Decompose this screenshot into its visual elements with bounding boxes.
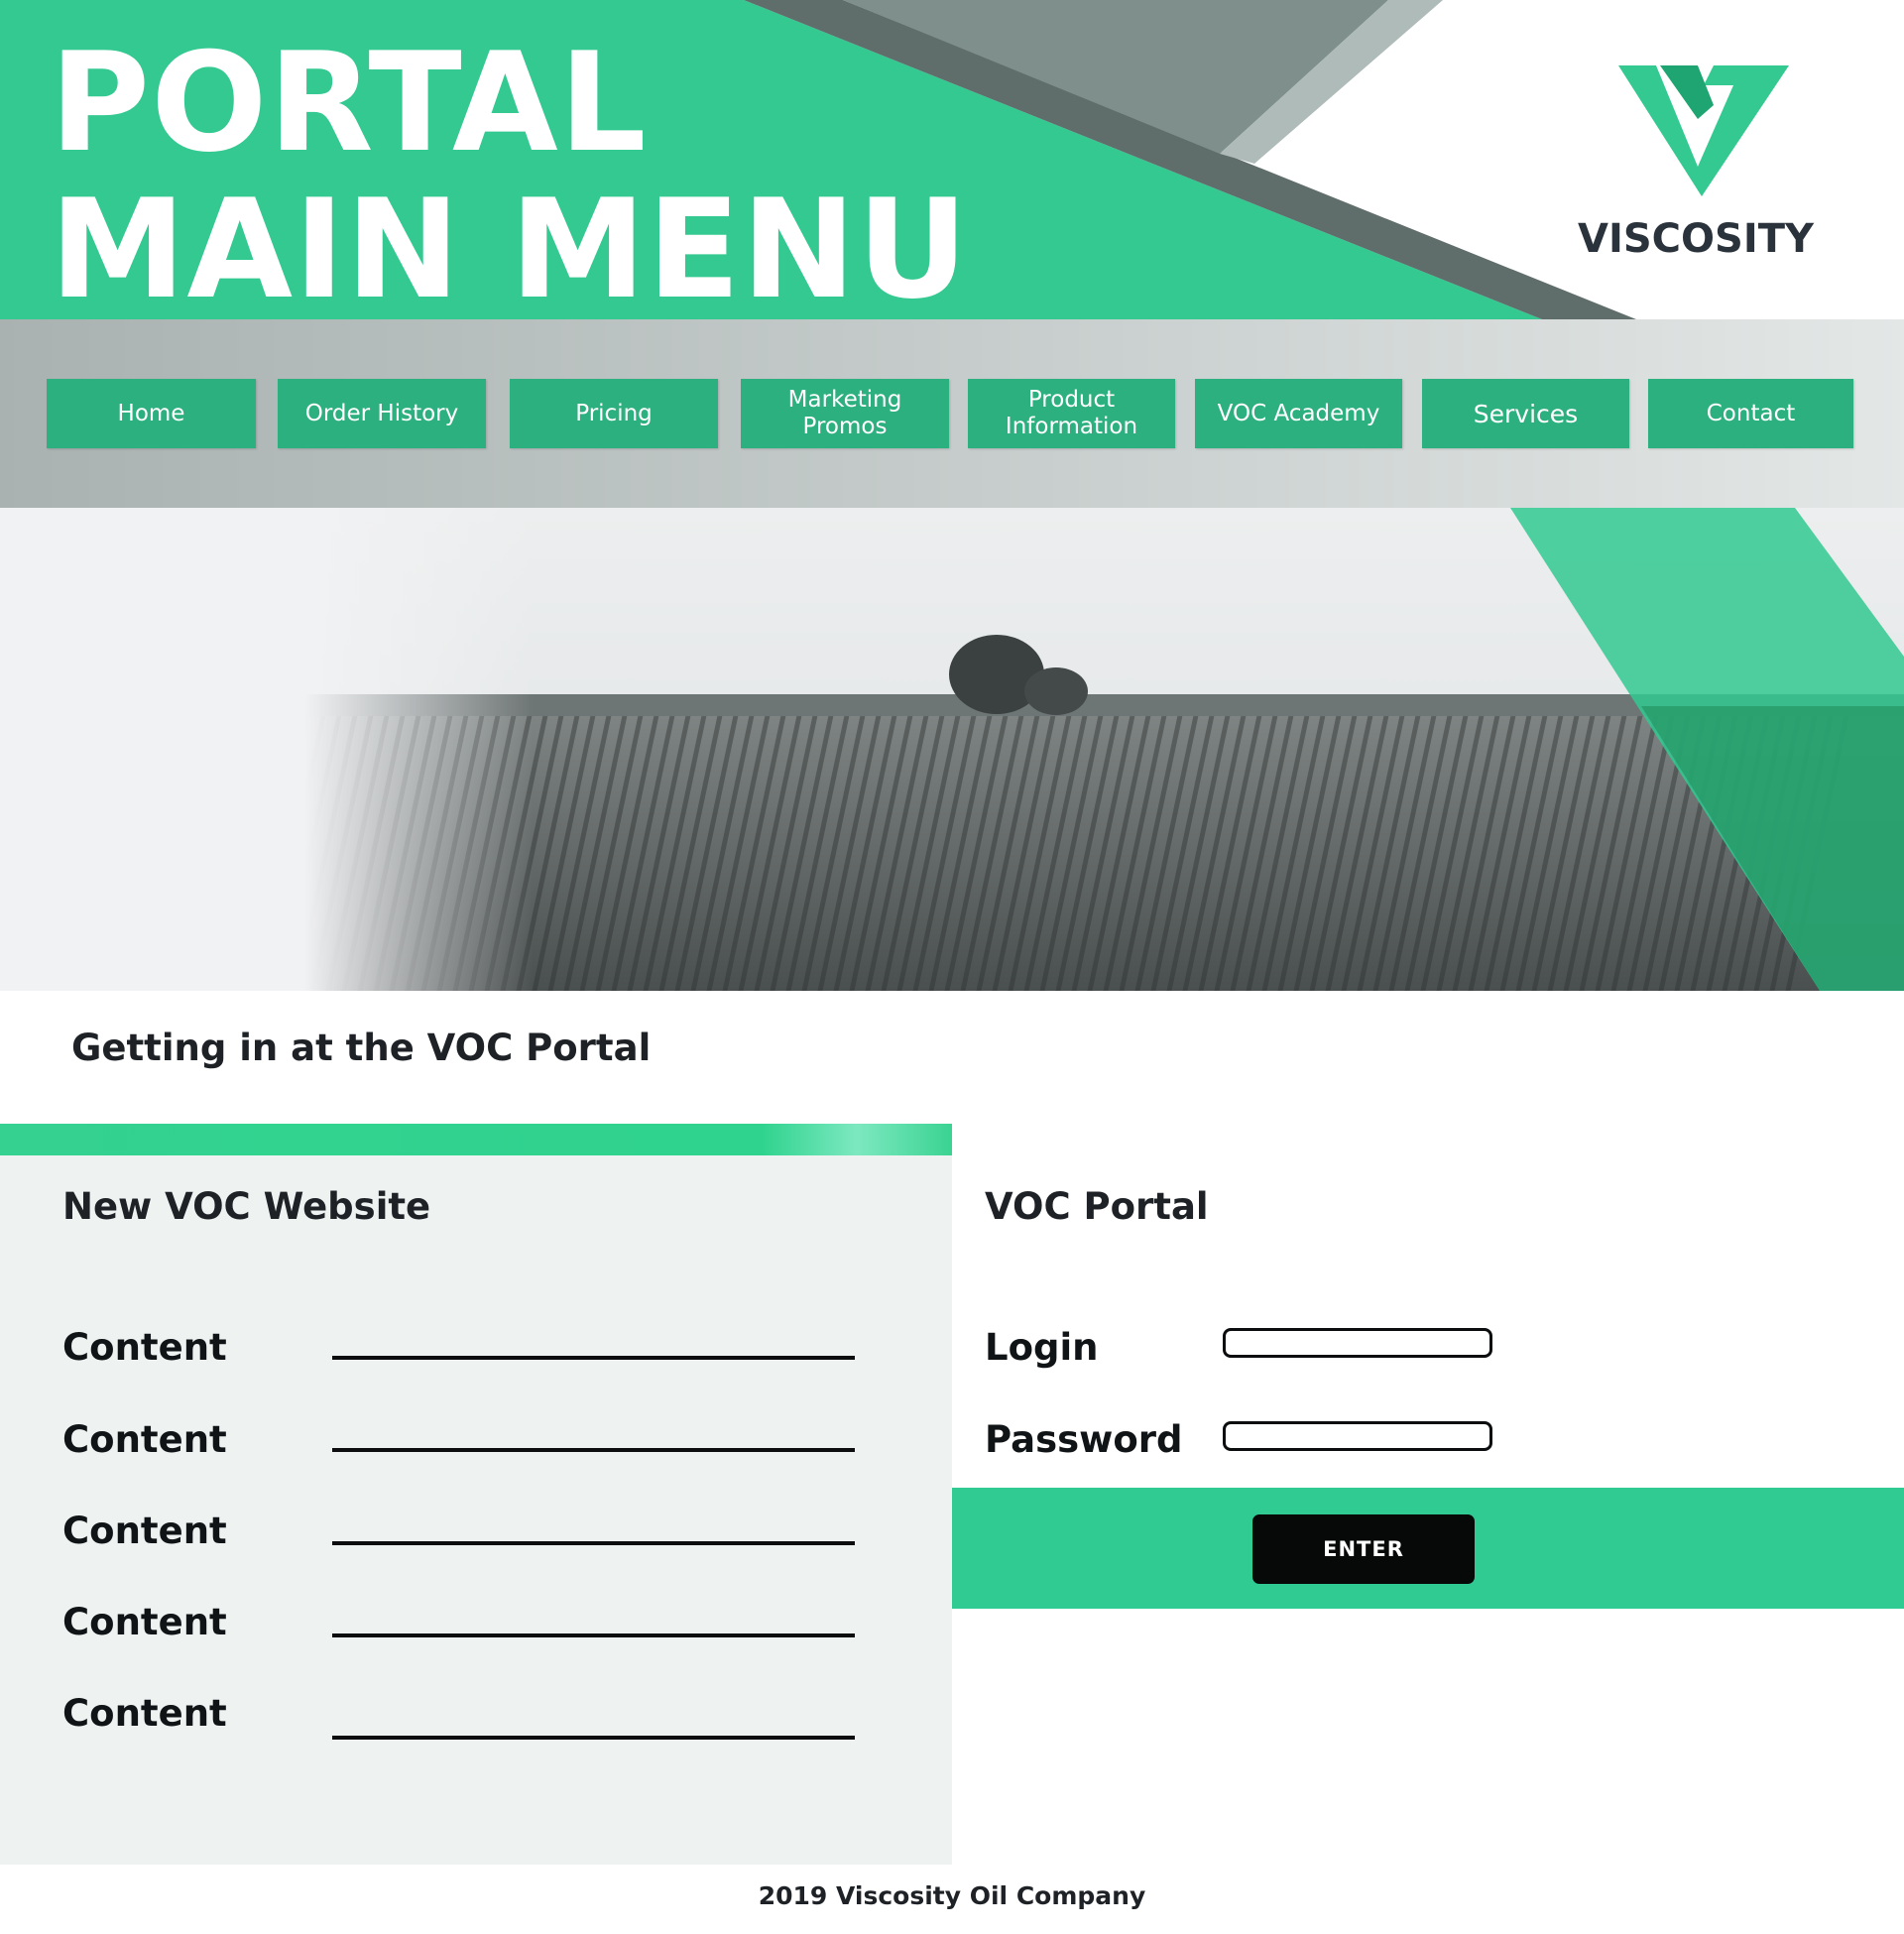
nav-item-services[interactable]: Services [1422,379,1629,448]
password-label: Password [985,1418,1183,1461]
nav-item-pricing[interactable]: Pricing [510,379,718,448]
nav-item-product-information[interactable]: Product Information [968,379,1175,448]
viscosity-logo-icon [1618,65,1789,196]
new-website-title: New VOC Website [62,1185,431,1228]
page-title-line-2: MAIN MENU [50,170,970,320]
content-line [332,1633,855,1637]
content-label: Content [62,1510,227,1552]
nav-item-home[interactable]: Home [47,379,256,448]
content-label: Content [62,1601,227,1643]
nav-item-voc-academy[interactable]: VOC Academy [1195,379,1402,448]
header: PORTAL MAIN MENU VISCOSITY [0,0,1904,319]
hero-banner [0,508,1904,991]
content-line [332,1448,855,1452]
footer-copyright: 2019 Viscosity Oil Company [758,1881,1146,1910]
content-line [332,1736,855,1740]
section-title: Getting in at the VOC Portal [71,1027,652,1069]
content-label: Content [62,1418,227,1461]
content-line [332,1541,855,1545]
nav-item-marketing-promos[interactable]: Marketing Promos [741,379,949,448]
logo-name: VISCOSITY [1578,216,1814,262]
hero-image [0,508,1904,991]
password-input[interactable] [1223,1421,1492,1451]
login-input[interactable] [1223,1328,1492,1358]
main-nav: Home Order History Pricing Marketing Pro… [0,319,1904,508]
login-label: Login [985,1326,1099,1369]
nav-item-order-history[interactable]: Order History [278,379,486,448]
voc-portal-title: VOC Portal [985,1185,1209,1228]
enter-button[interactable]: ENTER [1252,1514,1475,1584]
left-panel-accent-stripe [0,1124,952,1155]
content-label: Content [62,1326,227,1369]
viscosity-logo[interactable]: VISCOSITY [1577,58,1815,271]
nav-item-contact[interactable]: Contact [1648,379,1853,448]
page-title: PORTAL MAIN MENU [50,23,970,320]
content-label: Content [62,1692,227,1735]
content-line [332,1356,855,1360]
page-title-line-1: PORTAL [50,23,648,182]
